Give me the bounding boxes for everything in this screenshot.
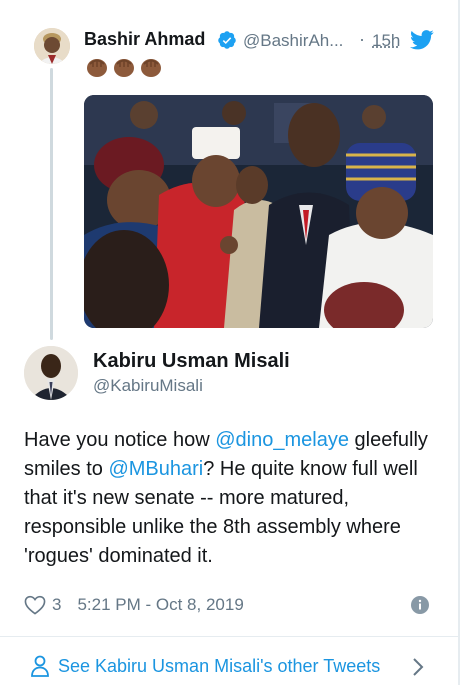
tweet-text: Have you notice how @dino_melaye gleeful… xyxy=(24,426,438,571)
parent-author-handle[interactable]: @BashirAh... xyxy=(243,31,343,51)
footer-divider xyxy=(0,636,460,637)
clap-emoji-row xyxy=(85,55,163,79)
twitter-bird-icon[interactable] xyxy=(410,30,434,50)
tweet-text-part: Have you notice how xyxy=(24,429,216,451)
parent-author-name[interactable]: Bashir Ahmad xyxy=(84,29,205,50)
tweet-photo[interactable] xyxy=(84,95,433,328)
heart-icon[interactable] xyxy=(24,595,46,615)
mention-link[interactable]: @dino_melaye xyxy=(215,429,349,451)
main-author-avatar[interactable] xyxy=(24,346,78,400)
separator-dot: · xyxy=(359,29,365,49)
tweet-meta-row: 3 5:21 PM - Oct 8, 2019 xyxy=(24,593,244,617)
verified-icon xyxy=(218,31,236,49)
clap-emoji-icon xyxy=(141,59,161,77)
parent-timestamp[interactable]: 15h xyxy=(372,31,400,51)
clap-emoji-icon xyxy=(87,59,107,77)
see-other-tweets-label: See Kabiru Usman Misali's other Tweets xyxy=(58,655,381,676)
clap-emoji-icon xyxy=(114,59,134,77)
mention-link[interactable]: @MBuhari xyxy=(108,458,203,480)
tweet-timestamp[interactable]: 5:21 PM - Oct 8, 2019 xyxy=(77,595,243,615)
see-other-tweets-link[interactable]: See Kabiru Usman Misali's other Tweets xyxy=(30,652,430,680)
main-author-handle[interactable]: @KabiruMisali xyxy=(93,376,203,396)
like-count[interactable]: 3 xyxy=(52,595,61,615)
info-icon[interactable] xyxy=(411,596,429,614)
main-author-name[interactable]: Kabiru Usman Misali xyxy=(93,350,290,373)
thread-line xyxy=(50,68,53,340)
person-icon xyxy=(31,655,49,677)
chevron-right-icon[interactable] xyxy=(411,656,425,678)
parent-avatar[interactable] xyxy=(34,28,70,64)
